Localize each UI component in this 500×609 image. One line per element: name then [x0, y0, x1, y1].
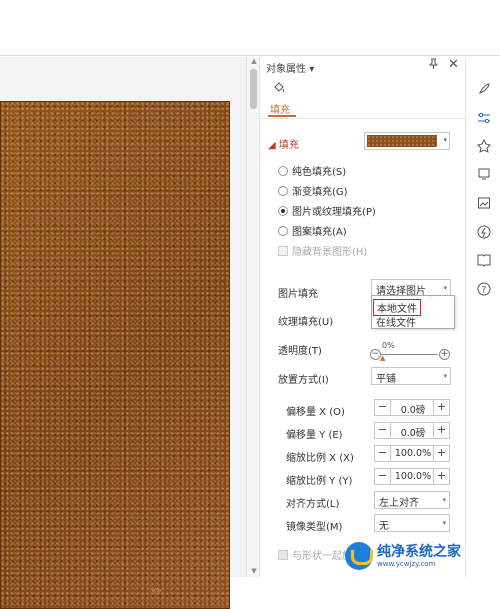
plus-icon[interactable]: +	[439, 349, 450, 360]
offset-x-stepper[interactable]: −0.0磅 +	[374, 399, 450, 416]
image-edit-icon[interactable]	[477, 196, 491, 210]
offset-y-stepper[interactable]: −0.0磅 +	[374, 422, 450, 439]
radio-gradient-fill[interactable]: 渐变填充(G)	[278, 183, 348, 198]
pin-icon[interactable]	[428, 58, 439, 73]
top-toolbar	[0, 0, 500, 56]
decrement-button[interactable]: −	[375, 400, 391, 415]
radio-button[interactable]	[278, 165, 288, 176]
properties-sliders-icon[interactable]	[477, 111, 491, 125]
fill-preview-dropdown[interactable]: ▾	[364, 132, 450, 150]
slider-track[interactable]	[380, 354, 438, 355]
help-icon[interactable]: ?	[477, 282, 491, 296]
picture-source-menu: 本地文件 在线文件	[371, 295, 455, 329]
increment-button[interactable]: +	[433, 400, 449, 415]
slider-knob[interactable]: ▲	[380, 354, 385, 362]
transparency-slider[interactable]: − 0% ▲ +	[370, 341, 450, 362]
alignment-label: 对齐方式(L)	[286, 499, 340, 510]
checkbox-checked[interactable]	[278, 549, 288, 560]
increment-button[interactable]: +	[433, 446, 449, 461]
rocket-icon[interactable]	[477, 82, 491, 96]
scale-y-stepper[interactable]: −100.0% +	[374, 468, 450, 485]
offset-x-label: 偏移量 X (O)	[286, 407, 345, 418]
book-icon[interactable]	[477, 253, 491, 267]
watermark-logo-icon	[345, 542, 373, 570]
scale-y-label: 缩放比例 Y (Y)	[286, 476, 353, 487]
fill-bucket-icon[interactable]	[272, 81, 286, 99]
alignment-select[interactable]: 左上对齐 ▾	[374, 491, 450, 509]
slides-icon[interactable]	[477, 167, 491, 181]
decrement-button[interactable]: −	[375, 446, 391, 461]
dropdown-arrow-icon: ▾	[309, 64, 315, 75]
scroll-down-icon[interactable]: ▼	[249, 567, 259, 575]
chevron-down-icon: ▾	[442, 496, 446, 504]
scroll-up-icon[interactable]: ▲	[249, 57, 259, 65]
document-canvas[interactable]: «»	[0, 57, 246, 609]
texture-swatch	[367, 135, 437, 147]
mirror-label: 镜像类型(M)	[286, 522, 343, 533]
canvas-marker: «»	[151, 586, 163, 596]
mirror-select[interactable]: 无 ▾	[374, 514, 450, 532]
hide-background-graphics-checkbox[interactable]: 隐藏背景图形(H)	[278, 243, 367, 258]
star-pin-icon[interactable]	[477, 138, 491, 153]
picture-fill-label: 图片填充	[278, 289, 318, 300]
slide-with-leather-texture[interactable]: «»	[0, 101, 230, 609]
radio-button-selected[interactable]	[278, 205, 288, 216]
checkbox[interactable]	[278, 245, 288, 256]
watermark-title: 纯净系统之家	[377, 543, 461, 560]
offset-y-label: 偏移量 Y (E)	[286, 430, 343, 441]
radio-picture-texture-fill[interactable]: 图片或纹理填充(P)	[278, 203, 376, 218]
chevron-down-icon: ▾	[443, 136, 447, 144]
tab-fill[interactable]: 填充	[270, 101, 290, 116]
decrement-button[interactable]: −	[375, 423, 391, 438]
increment-button[interactable]: +	[433, 423, 449, 438]
texture-fill-label: 纹理填充(U)	[278, 317, 334, 328]
radio-button[interactable]	[278, 185, 288, 196]
placement-label: 放置方式(I)	[278, 375, 329, 386]
panel-title[interactable]: 对象属性 ▾	[266, 60, 314, 75]
close-icon[interactable]: ✕	[448, 57, 459, 72]
radio-solid-fill[interactable]: 纯色填充(S)	[278, 163, 346, 178]
active-tab-indicator	[268, 115, 296, 117]
increment-button[interactable]: +	[433, 469, 449, 484]
radio-pattern-fill[interactable]: 图案填充(A)	[278, 223, 347, 238]
menu-item-online-file[interactable]: 在线文件	[376, 314, 416, 329]
vertical-scrollbar[interactable]: ▲ ▼	[246, 57, 260, 577]
divider	[260, 118, 465, 119]
scale-x-label: 缩放比例 X (X)	[286, 453, 354, 464]
right-side-toolbar: ?	[465, 57, 500, 577]
placement-select[interactable]: 平铺 ▾	[371, 367, 451, 385]
watermark-url: www.ycwjzy.com	[377, 559, 436, 568]
fill-section-header[interactable]: ◢ 填充	[268, 136, 299, 151]
scrollbar-thumb[interactable]	[250, 69, 257, 109]
chevron-down-icon: ▾	[443, 284, 447, 292]
object-properties-panel: 对象属性 ▾ ✕ 填充 ◢ 填充 ▾ 纯色填充(S) 渐变填充(G) 图片或纹理…	[260, 57, 465, 577]
lightning-icon[interactable]	[477, 225, 491, 239]
radio-button[interactable]	[278, 225, 288, 236]
transparency-label: 透明度(T)	[278, 346, 322, 357]
scale-x-stepper[interactable]: −100.0% +	[374, 445, 450, 462]
collapse-triangle-icon: ◢	[268, 140, 276, 151]
chevron-down-icon: ▾	[443, 372, 447, 380]
watermark: 纯净系统之家 www.ycwjzy.com	[345, 535, 500, 577]
chevron-down-icon: ▾	[442, 519, 446, 527]
decrement-button[interactable]: −	[375, 469, 391, 484]
transparency-value: 0%	[382, 341, 395, 350]
svg-text:?: ?	[482, 286, 487, 296]
